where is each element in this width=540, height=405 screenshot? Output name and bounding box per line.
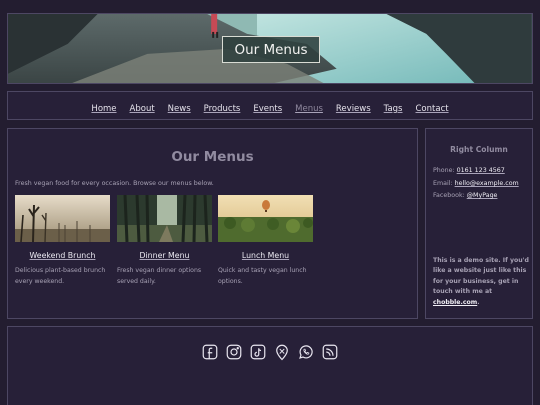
nav-item-menus[interactable]: Menus (295, 104, 323, 114)
phone-link[interactable]: 0161 123 4567 (457, 167, 505, 174)
card-title-dinner[interactable]: Dinner Menu (117, 251, 212, 260)
email-link[interactable]: hello@example.com (455, 180, 519, 187)
card-desc-line-1: Fresh vegan dinner options (117, 267, 202, 274)
nav-item-home[interactable]: Home (91, 104, 116, 114)
card-title-lunch[interactable]: Lunch Menu (218, 251, 313, 260)
facebook-label: Facebook: (433, 192, 465, 199)
card-description-lunch: Quick and tasty vegan lunch options. (218, 265, 318, 287)
card-desc-line-2: served daily. (117, 278, 156, 285)
card-desc-line-2: every weekend. (15, 278, 65, 285)
menu-card-lunch[interactable]: Lunch Menu Quick and tasty vegan lunch o… (218, 195, 313, 287)
card-desc-line-1: Quick and tasty vegan lunch (218, 267, 307, 274)
demo-end: . (477, 298, 480, 306)
main-navigation: Home About News Products Events Menus Re… (7, 91, 533, 120)
brunch-image[interactable] (15, 195, 110, 242)
intro-text: Fresh vegan food for every occasion. Bro… (15, 180, 214, 187)
facebook-icon[interactable] (200, 342, 220, 362)
dinner-image[interactable] (117, 195, 212, 242)
demo-notice: This is a demo site. If you'd like a web… (433, 256, 531, 308)
menu-card-brunch[interactable]: Weekend Brunch Delicious plant-based bru… (15, 195, 110, 287)
nav-item-tags[interactable]: Tags (384, 104, 403, 114)
social-links (8, 342, 532, 362)
right-column: Right Column Phone: 0161 123 4567 Email:… (425, 128, 533, 319)
nav-item-contact[interactable]: Contact (416, 104, 449, 114)
rss-icon[interactable] (320, 342, 340, 362)
sidebar-title: Right Column (450, 145, 508, 154)
chobble-link[interactable]: chobble.com (433, 299, 477, 306)
facebook-link[interactable]: @MyPage (467, 192, 498, 199)
nav-item-about[interactable]: About (130, 104, 155, 114)
nav-item-events[interactable]: Events (253, 104, 282, 114)
map-pin-icon[interactable] (272, 342, 292, 362)
card-title-brunch[interactable]: Weekend Brunch (15, 251, 110, 260)
nav-item-reviews[interactable]: Reviews (336, 104, 371, 114)
card-description-dinner: Fresh vegan dinner options served daily. (117, 265, 217, 287)
card-desc-line-2: options. (218, 278, 243, 285)
whatsapp-icon[interactable] (296, 342, 316, 362)
facebook-line: Facebook: @MyPage (433, 192, 497, 199)
page-title: Our Menus (171, 149, 254, 165)
menu-card-dinner[interactable]: Dinner Menu Fresh vegan dinner options s… (117, 195, 212, 287)
hero-banner: Our Menus (7, 13, 533, 84)
email-line: Email: hello@example.com (433, 180, 519, 187)
footer (7, 326, 533, 405)
lunch-image[interactable] (218, 195, 313, 242)
card-desc-line-1: Delicious plant-based brunch (15, 267, 106, 274)
phone-label: Phone: (433, 167, 455, 174)
nav-item-news[interactable]: News (168, 104, 191, 114)
phone-line: Phone: 0161 123 4567 (433, 167, 505, 174)
nav-item-products[interactable]: Products (204, 104, 241, 114)
demo-text: This is a demo site. If you'd like a web… (433, 257, 529, 296)
instagram-icon[interactable] (224, 342, 244, 362)
card-description-brunch: Delicious plant-based brunch every weeke… (15, 265, 115, 287)
email-label: Email: (433, 180, 453, 187)
main-content: Our Menus Fresh vegan food for every occ… (7, 128, 418, 319)
hero-title: Our Menus (222, 36, 320, 63)
tiktok-icon[interactable] (248, 342, 268, 362)
